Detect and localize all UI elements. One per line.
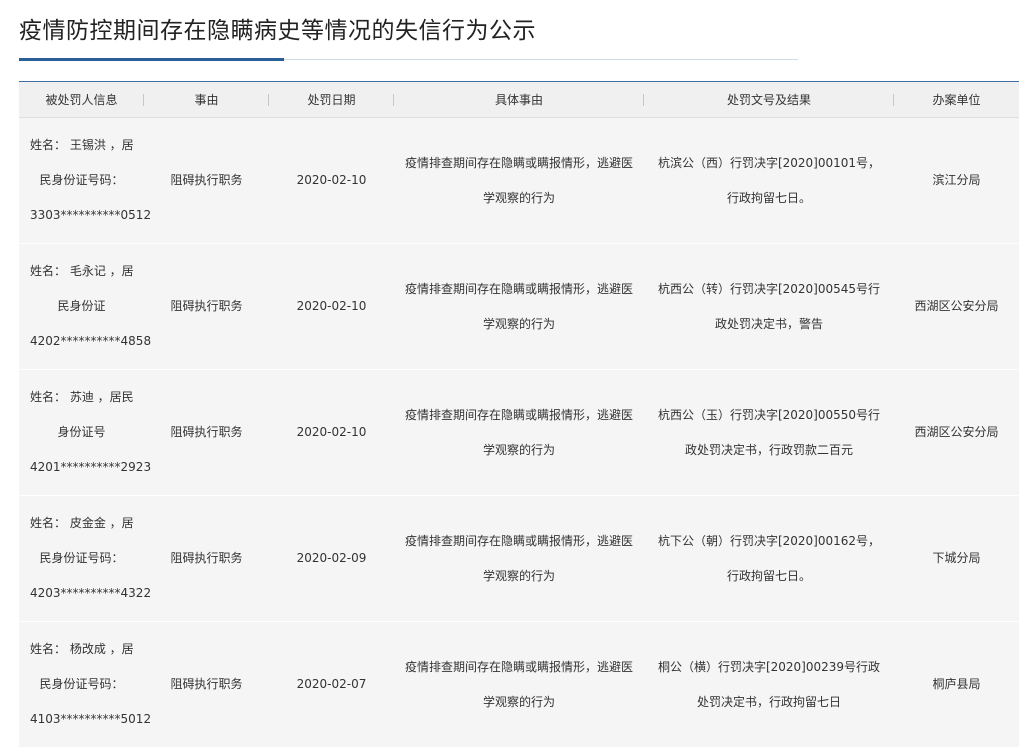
cell-detail: 疫情排查期间存在隐瞒或瞒报情形，逃避医学观察的行为 — [394, 370, 644, 495]
cell-unit-text: 滨江分局 — [932, 173, 981, 187]
table-header: 被处罚人信息 事由 处罚日期 具体事由 处罚文号及结果 办案单位 — [19, 82, 1019, 118]
cell-reason-text: 阻碍执行职务 — [170, 551, 243, 565]
cell-detail-text: 疫情排查期间存在隐瞒或瞒报情形，逃避医学观察的行为 — [404, 659, 633, 709]
person-info-line: 民身份证 — [57, 299, 106, 313]
header-person-info: 被处罚人信息 — [19, 82, 144, 117]
cell-unit: 下城分局 — [894, 496, 1019, 621]
header-document-result: 处罚文号及结果 — [644, 82, 894, 117]
cell-unit: 西湖区公安分局 — [894, 370, 1019, 495]
cell-result: 杭滨公（西）行罚决字[2020]00101号，行政拘留七日。 — [644, 118, 894, 243]
person-info: 姓名： 苏迪 ，居民 身份证号 4201**********2923 — [19, 380, 152, 485]
cell-reason: 阻碍执行职务 — [144, 496, 269, 621]
table-row: 姓名： 杨改成 ，居 民身份证号码： 4103**********5012 阻碍执行职… — [19, 622, 1019, 748]
header-detail: 具体事由 — [394, 82, 644, 117]
cell-date: 2020-02-10 — [269, 244, 394, 369]
cell-date: 2020-02-10 — [269, 118, 394, 243]
cell-result: 杭西公（转）行罚决字[2020]00545号行政处罚决定书，警告 — [644, 244, 894, 369]
cell-person-info: 姓名： 杨改成 ，居 民身份证号码： 4103**********5012 — [19, 622, 152, 747]
cell-unit: 桐庐县局 — [894, 622, 1019, 747]
table-row: 姓名： 王锡洪 ，居 民身份证号码： 3303**********0512 阻碍执行职… — [19, 118, 1019, 244]
cell-detail: 疫情排查期间存在隐瞒或瞒报情形，逃避医学观察的行为 — [394, 622, 644, 747]
cell-detail: 疫情排查期间存在隐瞒或瞒报情形，逃避医学观察的行为 — [394, 496, 644, 621]
person-info-line: 4203**********4322 — [30, 586, 152, 600]
cell-unit-text: 西湖区公安分局 — [914, 425, 999, 439]
person-info-line: 3303**********0512 — [30, 208, 152, 222]
cell-reason: 阻碍执行职务 — [144, 370, 269, 495]
cell-date-text: 2020-02-10 — [296, 173, 367, 187]
cell-result: 杭下公（朝）行罚决字[2020]00162号，行政拘留七日。 — [644, 496, 894, 621]
cell-result-text: 杭下公（朝）行罚决字[2020]00162号，行政拘留七日。 — [657, 533, 881, 583]
cell-unit-text: 下城分局 — [932, 551, 981, 565]
cell-date: 2020-02-07 — [269, 622, 394, 747]
header-penalty-date: 处罚日期 — [269, 82, 394, 117]
table-row: 姓名： 毛永记 ，居 民身份证 4202**********4858 阻碍执行职务 20… — [19, 244, 1019, 370]
person-info: 姓名： 王锡洪 ，居 民身份证号码： 3303**********0512 — [19, 128, 152, 233]
page: 疫情防控期间存在隐瞒病史等情况的失信行为公示 被处罚人信息 事由 处罚日期 具体… — [0, 0, 1029, 748]
person-info-line: 4201**********2923 — [30, 460, 152, 474]
cell-unit: 滨江分局 — [894, 118, 1019, 243]
cell-reason: 阻碍执行职务 — [144, 622, 269, 747]
cell-reason: 阻碍执行职务 — [144, 244, 269, 369]
cell-person-info: 姓名： 毛永记 ，居 民身份证 4202**********4858 — [19, 244, 152, 369]
title-divider-accent — [19, 58, 284, 61]
cell-result-text: 杭西公（玉）行罚决字[2020]00550号行政处罚决定书，行政罚款二百元 — [657, 407, 881, 457]
table-body: 姓名： 王锡洪 ，居 民身份证号码： 3303**********0512 阻碍执行职… — [19, 118, 1019, 748]
cell-detail-text: 疫情排查期间存在隐瞒或瞒报情形，逃避医学观察的行为 — [404, 281, 633, 331]
cell-date: 2020-02-09 — [269, 496, 394, 621]
cell-detail: 疫情排查期间存在隐瞒或瞒报情形，逃避医学观察的行为 — [394, 244, 644, 369]
page-title: 疫情防控期间存在隐瞒病史等情况的失信行为公示 — [19, 18, 536, 44]
cell-reason-text: 阻碍执行职务 — [170, 299, 243, 313]
person-info: 姓名： 毛永记 ，居 民身份证 4202**********4858 — [19, 254, 152, 359]
person-info-line: 4103**********5012 — [30, 712, 152, 726]
cell-person-info: 姓名： 王锡洪 ，居 民身份证号码： 3303**********0512 — [19, 118, 152, 243]
cell-reason-text: 阻碍执行职务 — [170, 425, 243, 439]
person-info-line: 姓名： 毛永记 ，居 — [30, 264, 134, 278]
cell-person-info: 姓名： 皮金金 ，居 民身份证号码： 4203**********4322 — [19, 496, 152, 621]
cell-detail-text: 疫情排查期间存在隐瞒或瞒报情形，逃避医学观察的行为 — [404, 407, 633, 457]
cell-result: 杭西公（玉）行罚决字[2020]00550号行政处罚决定书，行政罚款二百元 — [644, 370, 894, 495]
person-info-line: 民身份证号码： — [39, 551, 124, 565]
cell-person-info: 姓名： 苏迪 ，居民 身份证号 4201**********2923 — [19, 370, 152, 495]
cell-date: 2020-02-10 — [269, 370, 394, 495]
person-info-line: 姓名： 皮金金 ，居 — [30, 516, 134, 530]
person-info: 姓名： 杨改成 ，居 民身份证号码： 4103**********5012 — [19, 632, 152, 737]
cell-date-text: 2020-02-10 — [296, 425, 367, 439]
cell-result: 桐公（横）行罚决字[2020]00239号行政处罚决定书，行政拘留七日 — [644, 622, 894, 747]
cell-unit: 西湖区公安分局 — [894, 244, 1019, 369]
person-info-line: 民身份证号码： — [39, 677, 124, 691]
cell-reason-text: 阻碍执行职务 — [170, 173, 243, 187]
table-row: 姓名： 苏迪 ，居民 身份证号 4201**********2923 阻碍执行职务 20… — [19, 370, 1019, 496]
penalty-table: 被处罚人信息 事由 处罚日期 具体事由 处罚文号及结果 办案单位 姓名： 王锡洪… — [19, 81, 1019, 748]
cell-detail-text: 疫情排查期间存在隐瞒或瞒报情形，逃避医学观察的行为 — [404, 533, 633, 583]
person-info-line: 姓名： 杨改成 ，居 — [30, 642, 134, 656]
person-info-line: 姓名： 王锡洪 ，居 — [30, 138, 134, 152]
table-row: 姓名： 皮金金 ，居 民身份证号码： 4203**********4322 阻碍执行职… — [19, 496, 1019, 622]
person-info-line: 身份证号 — [57, 425, 106, 439]
cell-reason-text: 阻碍执行职务 — [170, 677, 243, 691]
cell-date-text: 2020-02-09 — [296, 551, 367, 565]
cell-unit-text: 桐庐县局 — [932, 677, 981, 691]
header-handling-unit: 办案单位 — [932, 93, 981, 107]
cell-date-text: 2020-02-07 — [296, 677, 367, 691]
cell-date-text: 2020-02-10 — [296, 299, 367, 313]
person-info: 姓名： 皮金金 ，居 民身份证号码： 4203**********4322 — [19, 506, 152, 611]
cell-result-text: 杭滨公（西）行罚决字[2020]00101号，行政拘留七日。 — [657, 155, 881, 205]
person-info-line: 4202**********4858 — [30, 334, 152, 348]
header-reason: 事由 — [144, 82, 269, 117]
person-info-line: 民身份证号码： — [39, 173, 124, 187]
cell-result-text: 杭西公（转）行罚决字[2020]00545号行政处罚决定书，警告 — [657, 281, 881, 331]
cell-detail: 疫情排查期间存在隐瞒或瞒报情形，逃避医学观察的行为 — [394, 118, 644, 243]
person-info-line: 姓名： 苏迪 ，居民 — [30, 390, 134, 404]
cell-unit-text: 西湖区公安分局 — [914, 299, 999, 313]
cell-result-text: 桐公（横）行罚决字[2020]00239号行政处罚决定书，行政拘留七日 — [657, 659, 881, 709]
cell-reason: 阻碍执行职务 — [144, 118, 269, 243]
cell-detail-text: 疫情排查期间存在隐瞒或瞒报情形，逃避医学观察的行为 — [404, 155, 633, 205]
